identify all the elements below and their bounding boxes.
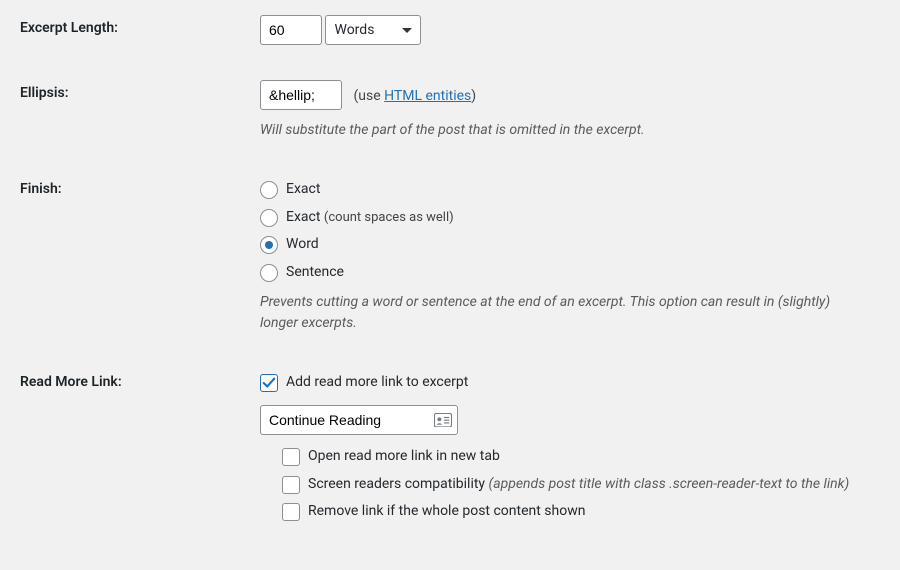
ellipsis-label: Ellipsis:: [0, 65, 240, 161]
finish-option-note: (count spaces as well): [324, 210, 454, 225]
excerpt-length-input[interactable]: [260, 15, 322, 45]
remove-link-checkbox[interactable]: [282, 503, 300, 521]
contact-card-icon: [434, 413, 452, 427]
screen-readers-label: Screen readers compatibility: [308, 476, 485, 492]
read-more-label: Read More Link:: [0, 354, 240, 549]
add-read-more-checkbox[interactable]: [260, 374, 278, 392]
finish-option-label: Word: [286, 235, 319, 255]
screen-readers-checkbox[interactable]: [282, 476, 300, 494]
screen-readers-note: (appends post title with class .screen-r…: [489, 476, 850, 492]
open-new-tab-checkbox[interactable]: [282, 448, 300, 466]
excerpt-length-label: Excerpt Length:: [0, 0, 240, 65]
open-new-tab-label: Open read more link in new tab: [308, 447, 500, 467]
finish-desc: Prevents cutting a word or sentence at t…: [260, 292, 860, 334]
excerpt-length-unit-select[interactable]: Words: [325, 15, 421, 45]
finish-label: Finish:: [0, 161, 240, 354]
add-read-more-label: Add read more link to excerpt: [286, 373, 468, 393]
html-entities-link[interactable]: HTML entities: [384, 88, 471, 104]
excerpt-length-unit-value: Words: [334, 22, 374, 38]
read-more-text-input[interactable]: [260, 405, 458, 435]
settings-form: Excerpt Length: Words Ellipsis: (use HTM…: [0, 0, 900, 550]
remove-link-label: Remove link if the whole post content sh…: [308, 502, 585, 522]
ellipsis-input[interactable]: [260, 80, 342, 110]
finish-radio-sentence[interactable]: [260, 264, 278, 282]
finish-option-label: Exact: [286, 209, 320, 225]
finish-radio-exact[interactable]: [260, 181, 278, 199]
check-icon: [262, 376, 276, 390]
ellipsis-desc: Will substitute the part of the post tha…: [260, 120, 860, 141]
finish-radio-word[interactable]: [260, 236, 278, 254]
finish-option-label: Sentence: [286, 263, 344, 283]
ellipsis-hint: (use HTML entities): [353, 88, 476, 104]
finish-radio-exact-spaces[interactable]: [260, 209, 278, 227]
finish-option-label: Exact: [286, 180, 320, 200]
